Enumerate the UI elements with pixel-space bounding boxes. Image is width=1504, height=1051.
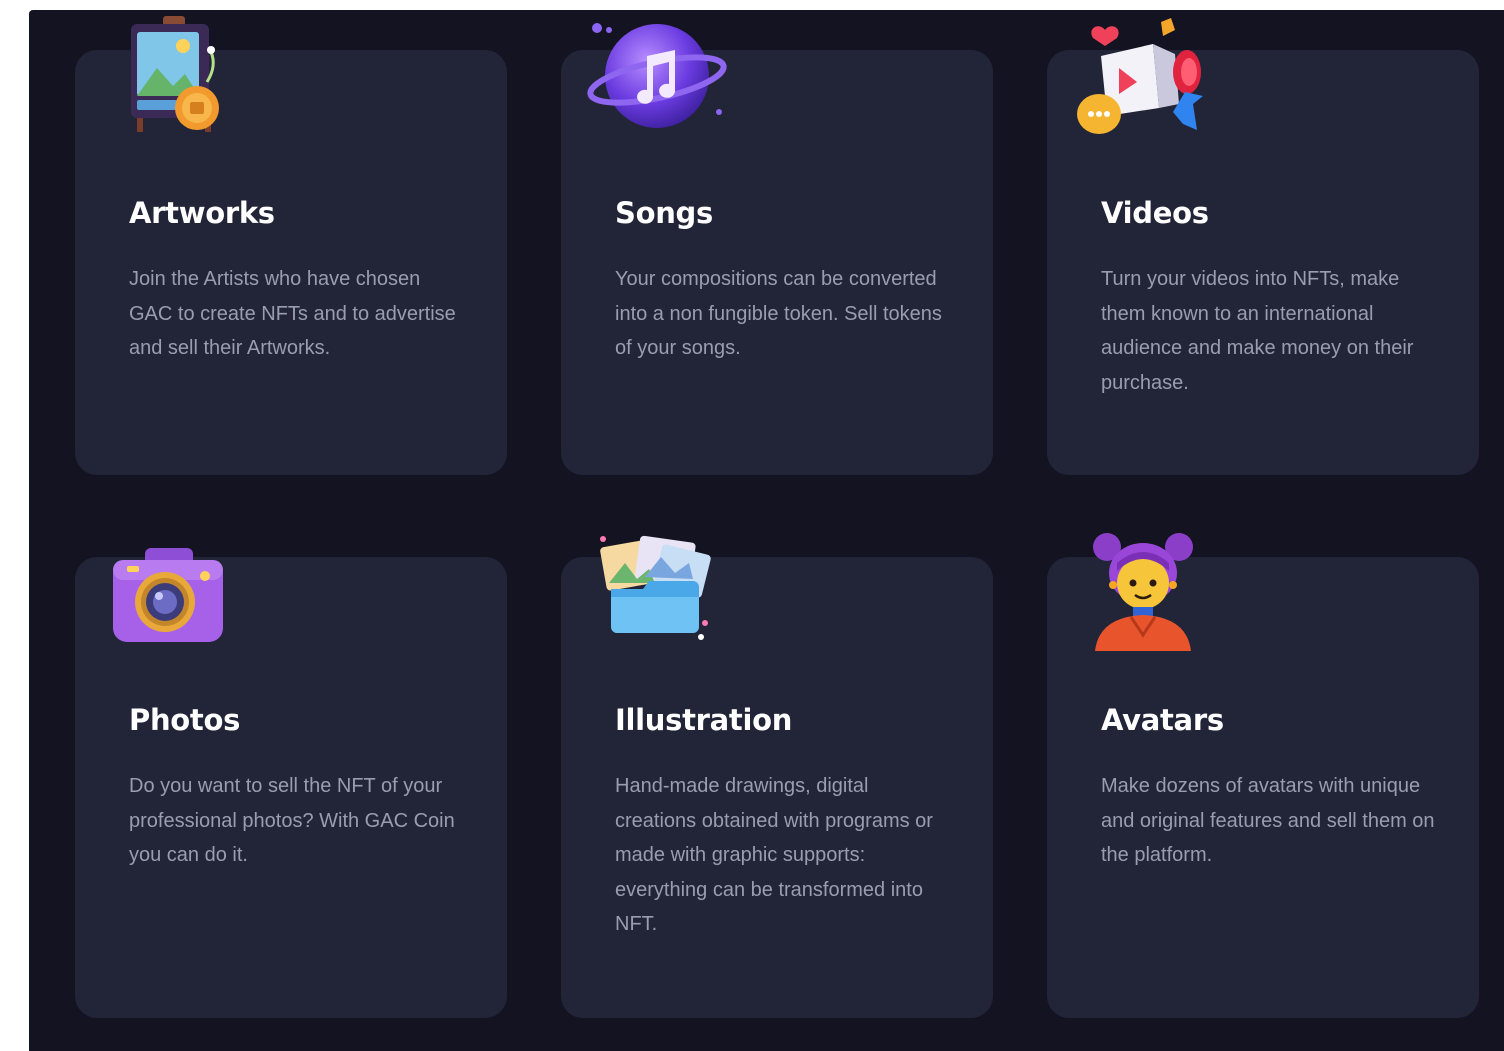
card-description: Join the Artists who have chosen GAC to … bbox=[129, 268, 456, 360]
easel-artwork-icon bbox=[127, 16, 227, 134]
category-card-artworks[interactable]: Artworks Join the Artists who have chose… bbox=[75, 16, 507, 475]
card-description: Make dozens of avatars with unique and o… bbox=[1101, 775, 1435, 867]
categories-section: Artworks Join the Artists who have chose… bbox=[29, 10, 1504, 1051]
card-description: Do you want to sell the NFT of your prof… bbox=[129, 775, 455, 867]
category-card-videos[interactable]: Videos Turn your videos into NFTs, make … bbox=[1047, 18, 1479, 475]
card-description: Your compositions can be converted into … bbox=[615, 268, 942, 360]
category-card-avatars[interactable]: Avatars Make dozens of avatars with uniq… bbox=[1047, 533, 1479, 1018]
video-camera-icon bbox=[1077, 16, 1207, 134]
camera-icon bbox=[113, 539, 225, 657]
card-description: Turn your videos into NFTs, make them kn… bbox=[1101, 268, 1414, 394]
category-card-photos[interactable]: Photos Do you want to sell the NFT of yo… bbox=[75, 548, 507, 1018]
card-title: Videos bbox=[1101, 196, 1209, 230]
card-title: Avatars bbox=[1101, 703, 1224, 737]
card-title: Artworks bbox=[129, 196, 275, 230]
avatar-character-icon bbox=[1091, 533, 1195, 651]
music-note-planet-icon bbox=[587, 16, 729, 134]
card-title: Photos bbox=[129, 703, 241, 737]
category-card-illustration[interactable]: Illustration Hand-made drawings, digital… bbox=[561, 535, 993, 1018]
card-title: Songs bbox=[615, 196, 713, 230]
card-title: Illustration bbox=[615, 703, 793, 737]
picture-folder-icon bbox=[597, 529, 713, 647]
category-card-songs[interactable]: Songs Your compositions can be converted… bbox=[561, 23, 993, 475]
card-description: Hand-made drawings, digital creations ob… bbox=[615, 775, 933, 936]
